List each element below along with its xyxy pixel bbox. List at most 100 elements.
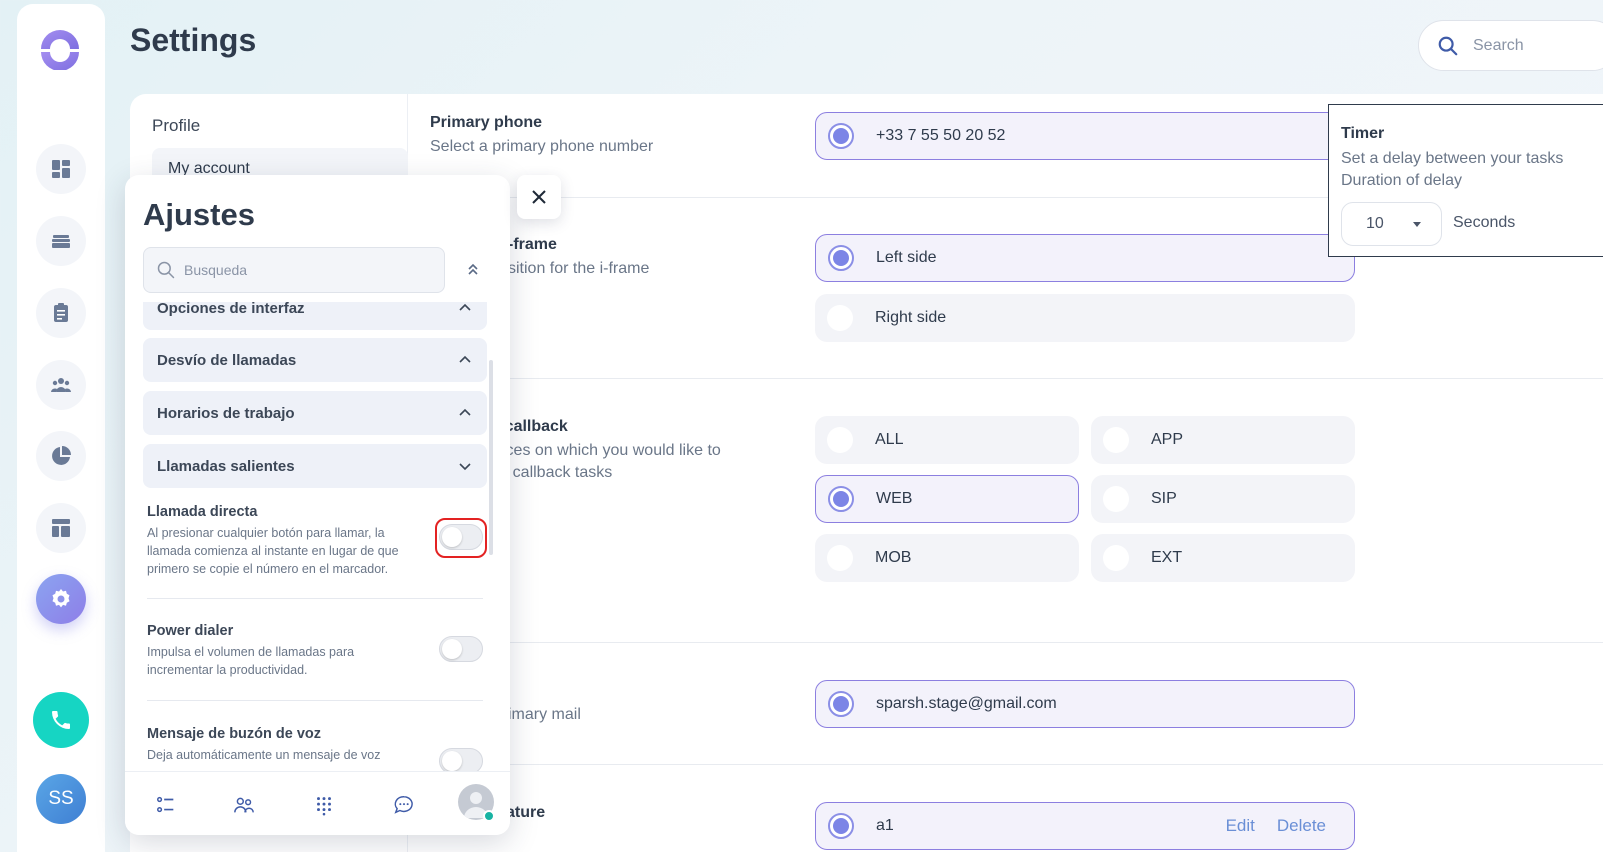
divider [408,642,1603,643]
setting-title: Power dialer [147,623,234,639]
option-label: EXT [1151,549,1183,566]
iframe-subtitle: sition for the i-frame [508,260,650,277]
mail-option[interactable]: sparsh.stage@gmail.com [815,680,1355,728]
timer-popup: Timer Set a delay between your tasks Dur… [1328,104,1603,257]
chat-icon[interactable] [393,794,415,816]
signature-title: ature [506,804,546,821]
callback-option-all[interactable]: ALL [815,416,1079,464]
search-icon [1438,36,1458,55]
timer-title: Timer [1341,125,1385,142]
callback-option-ext[interactable]: EXT [1091,534,1355,582]
accordion-working-hours[interactable]: Horarios de trabajo [143,391,487,435]
chevron-up-icon [459,408,471,416]
phone-icon [52,711,70,729]
app-logo-icon[interactable] [39,28,81,70]
layout-icon[interactable] [36,503,86,553]
dialpad-icon[interactable] [313,794,335,816]
delete-link[interactable]: Delete [1277,816,1326,836]
timer-subtitle: Set a delay between your tasks Duration … [1341,148,1563,192]
option-label: a1 [876,817,894,834]
option-label: +33 7 55 50 20 52 [876,127,1006,144]
radio-selected [828,123,854,149]
voicemail-toggle[interactable] [439,748,483,771]
left-rail: SS [17,4,105,852]
timer-unit: Seconds [1453,214,1516,231]
accordion-label: Horarios de trabajo [157,404,295,422]
option-label: ALL [875,431,904,448]
callback-option-web[interactable]: WEB [815,475,1079,523]
online-status-dot [483,810,495,822]
list-icon[interactable] [155,794,177,816]
setting-power-dialer: Power dialer Impulsa el volumen de llama… [147,623,487,679]
chevron-up-icon [459,303,471,311]
search-input[interactable]: Search [1418,20,1603,71]
setting-title: Mensaje de buzón de voz [147,726,322,742]
panel-scrollbar[interactable] [489,360,493,555]
setting-description: Al presionar cualquier botón para llamar… [147,526,399,576]
settings-panel: Ajustes Busqueda Opciones de interfaz De… [125,175,510,835]
edit-link[interactable]: Edit [1226,816,1255,836]
setting-description: Impulsa el volumen de llamadas para incr… [147,645,355,677]
timer-description: Set a delay between your tasks [1341,150,1564,167]
option-label: APP [1151,431,1184,448]
reports-icon[interactable] [36,431,86,481]
accordion-label: Desvío de llamadas [157,351,297,369]
iframe-option-left[interactable]: Left side [815,234,1355,282]
setting-title: Llamada directa [147,504,258,520]
primary-phone-option[interactable]: +33 7 55 50 20 52 [815,112,1355,160]
accordion-interface-options[interactable]: Opciones de interfaz [143,302,487,330]
nav-section-profile[interactable]: Profile [152,116,200,136]
timer-duration-label: Duration of delay [1341,172,1462,189]
inbox-icon[interactable] [36,216,86,266]
settings-icon[interactable] [36,574,86,624]
signature-option[interactable]: a1 Edit Delete [815,802,1355,850]
divider [408,378,1603,379]
team-icon[interactable] [36,360,86,410]
radio-selected [828,691,854,717]
power-dialer-toggle[interactable] [439,636,483,662]
contacts-icon[interactable] [233,794,255,816]
radio [1103,486,1129,512]
panel-scroll-area[interactable]: Opciones de interfaz Desvío de llamadas … [125,302,510,771]
callback-option-mob[interactable]: MOB [815,534,1079,582]
panel-search-placeholder: Busqueda [184,262,248,278]
radio [827,545,853,571]
divider [147,598,483,599]
divider [147,700,483,701]
setting-description: Deja automáticamente un mensaje de voz [147,748,381,762]
callback-option-sip[interactable]: SIP [1091,475,1355,523]
radio [1103,427,1129,453]
highlight-ring [435,518,487,558]
user-avatar[interactable]: SS [36,774,86,824]
option-label: SIP [1151,490,1177,507]
radio-selected [828,486,854,512]
close-panel-button[interactable] [517,175,561,219]
iframe-title: -frame [508,236,557,253]
iframe-option-right[interactable]: Right side [815,294,1355,342]
option-label: MOB [875,549,912,566]
radio-selected [828,813,854,839]
close-icon [532,190,546,204]
panel-bottom-nav [125,771,510,835]
mail-subtitle: imary mail [508,706,581,723]
call-button[interactable] [33,692,89,748]
radio [1103,545,1129,571]
radio-selected [828,245,854,271]
timer-delay-select[interactable]: 10 [1341,202,1442,246]
accordion-call-forwarding[interactable]: Desvío de llamadas [143,338,487,382]
timer-delay-value: 10 [1366,215,1384,232]
accordion-outgoing-calls[interactable]: Llamadas salientes [143,444,487,488]
collapse-all-icon[interactable] [465,261,481,277]
panel-search-input[interactable]: Busqueda [143,247,445,293]
option-label: sparsh.stage@gmail.com [876,695,1057,712]
accordion-label: Opciones de interfaz [157,302,305,317]
divider [408,764,1603,765]
dashboard-icon[interactable] [36,144,86,194]
clipboard-icon[interactable] [36,288,86,338]
callback-option-app[interactable]: APP [1091,416,1355,464]
callback-subtitle-2: ur callback tasks [494,464,613,481]
caret-down-icon [1413,222,1421,227]
option-label: Right side [875,309,947,326]
primary-phone-subtitle: Select a primary phone number [430,138,654,155]
page-title: Settings [130,22,257,58]
